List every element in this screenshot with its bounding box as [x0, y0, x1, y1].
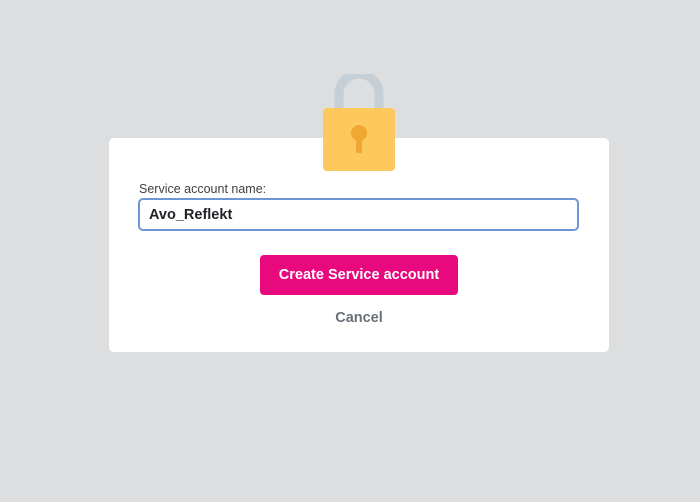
- cancel-button[interactable]: Cancel: [309, 308, 409, 328]
- service-account-name-label: Service account name:: [139, 182, 267, 196]
- create-service-account-button[interactable]: Create Service account: [260, 255, 458, 295]
- service-account-name-input[interactable]: [138, 198, 579, 231]
- padlock-icon: [321, 69, 397, 174]
